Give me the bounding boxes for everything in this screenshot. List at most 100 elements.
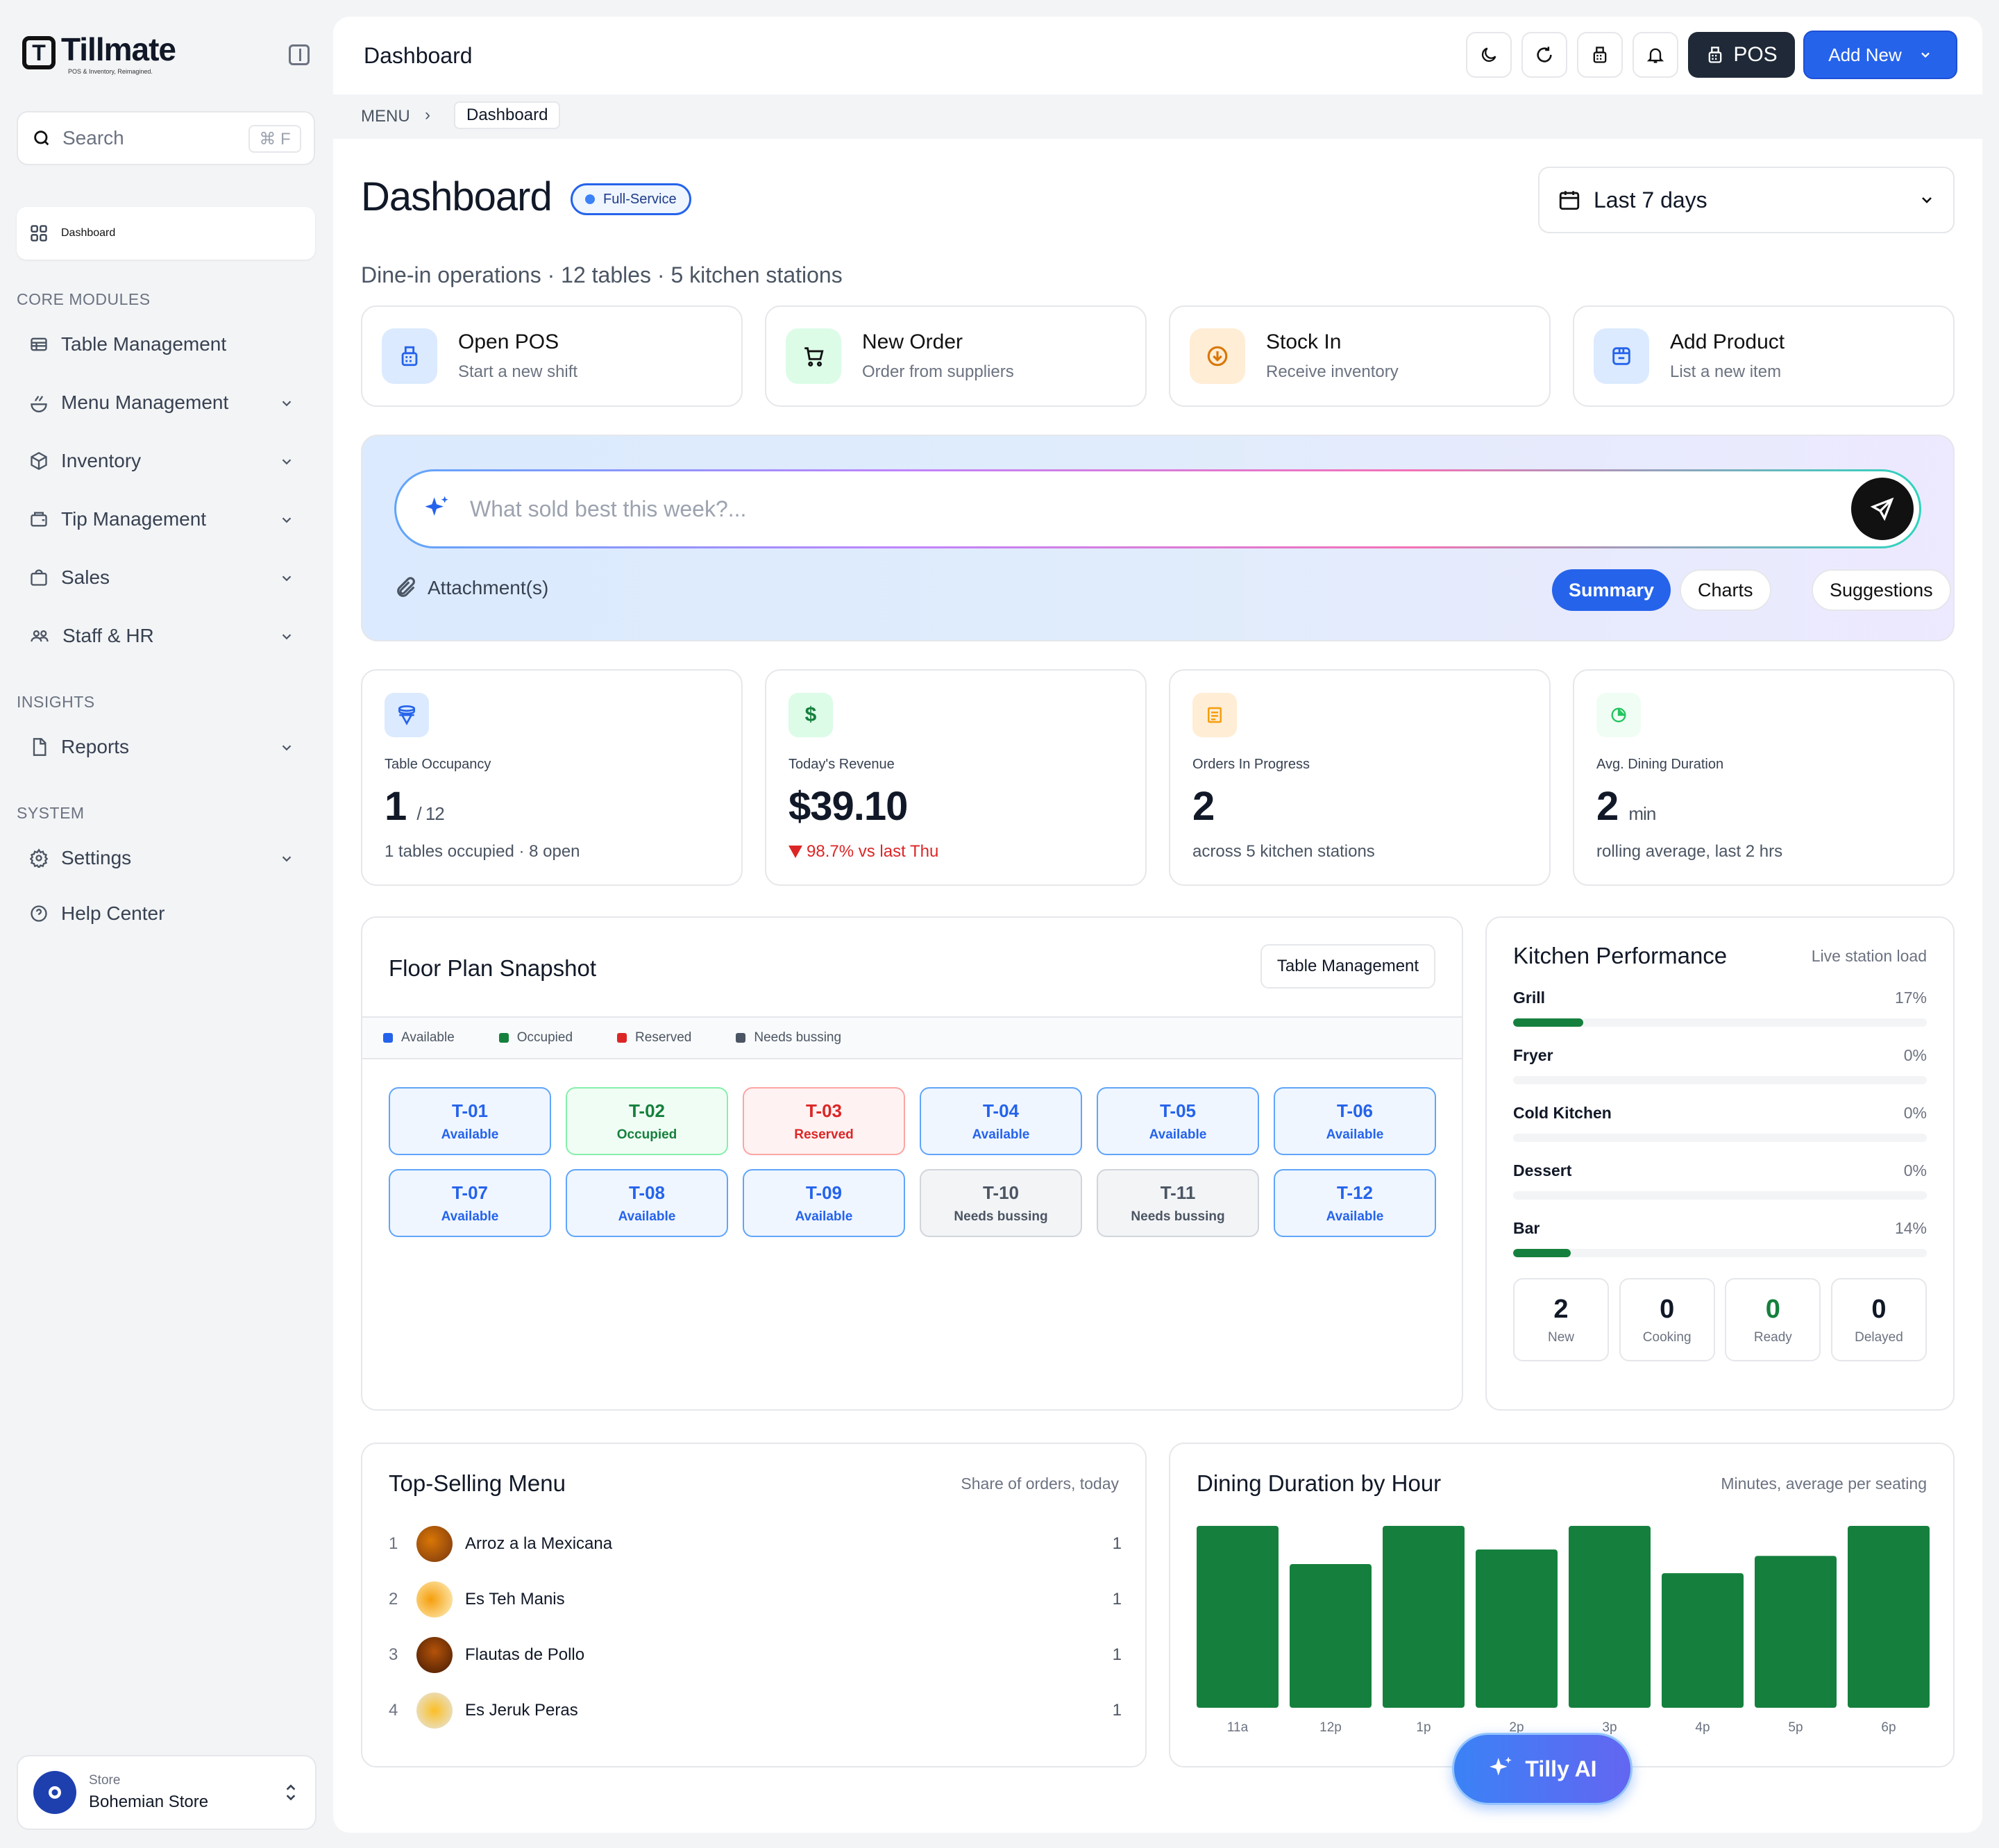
pill-suggestions[interactable]: Suggestions [1812,569,1951,611]
chart-bar[interactable] [1755,1556,1837,1708]
table-status: Reserved [794,1127,854,1142]
box-icon [31,451,47,471]
list-item[interactable]: 2 Es Teh Manis 1 [389,1579,1122,1620]
quick-action-add-product[interactable]: Add Product List a new item [1573,305,1955,407]
table-tile[interactable]: T-03 Reserved [743,1087,905,1155]
collapse-sidebar-icon[interactable] [289,44,310,65]
legend-swatch [383,1033,393,1043]
stat-trend: 98.7% vs last Thu [788,842,1123,862]
sidebar-item-settings[interactable]: Settings [17,832,315,884]
count-value: 0 [1871,1294,1887,1324]
station-load-fill [1513,1018,1584,1027]
station-name: Fryer [1513,1046,1553,1064]
date-range-value: Last 7 days [1594,187,1707,212]
brand-tagline: POS & Inventory, Reimagined. [68,68,153,75]
tilly-ai-button[interactable]: Tilly AI [1452,1733,1633,1805]
quick-action-open-pos[interactable]: Open POS Start a new shift [361,305,743,407]
report-icon [33,738,47,756]
floor-plan-card: Floor Plan Snapshot Table Management Ava… [361,916,1463,1411]
register-button[interactable] [1577,32,1623,78]
search-input[interactable]: Search ⌘ F [17,111,315,165]
table-tile[interactable]: T-09 Available [743,1169,905,1237]
quick-action-stock-in[interactable]: Stock In Receive inventory [1169,305,1551,407]
sidebar-item-help-center[interactable]: Help Center [17,887,315,940]
section-label: CORE MODULES [17,290,151,308]
search-placeholder: Search [62,127,124,149]
station-name: Cold Kitchen [1513,1104,1612,1122]
quick-action-new-order[interactable]: New Order Order from suppliers [765,305,1147,407]
sidebar-item-reports[interactable]: Reports [17,721,315,773]
mode-badge: Full-Service [571,183,691,215]
add-new-button[interactable]: Add New [1803,31,1957,79]
badge-label: Full-Service [603,191,677,207]
chart-bar[interactable] [1290,1564,1372,1708]
table-tile[interactable]: T-02 Occupied [566,1087,728,1155]
legend-label: Needs bussing [754,1030,842,1045]
store-logo-icon [49,1786,61,1799]
chart-bar[interactable] [1383,1526,1465,1708]
count-value: 0 [1660,1294,1675,1324]
refresh-icon [1537,47,1552,62]
send-button[interactable] [1851,478,1914,540]
pos-button[interactable]: POS [1688,32,1795,78]
chart-bar[interactable] [1476,1549,1558,1708]
count-cooking: 0 Cooking [1619,1278,1715,1361]
sidebar-item-dashboard[interactable]: Dashboard [17,207,315,260]
main-panel: Dashboard POS Add New MENU › Dashboard D… [333,17,1982,1833]
badge-dot [585,194,595,204]
chart-bar[interactable] [1197,1526,1279,1708]
pill-charts[interactable]: Charts [1680,569,1771,611]
pie-icon [1596,693,1641,737]
send-icon [1870,497,1894,521]
table-tile[interactable]: T-05 Available [1097,1087,1259,1155]
chart-bar[interactable] [1662,1573,1744,1708]
table-tile[interactable]: T-07 Available [389,1169,551,1237]
register-icon [382,328,437,384]
list-item[interactable]: 4 Es Jeruk Peras 1 [389,1690,1122,1731]
legend-label: Reserved [635,1030,692,1045]
table-status: Available [618,1209,676,1224]
food-thumbnail [416,1637,453,1673]
sidebar-item-staff-hr[interactable]: Staff & HR [17,610,315,662]
table-tile[interactable]: T-01 Available [389,1087,551,1155]
chevron-down-icon [282,634,292,640]
table-tile[interactable]: T-08 Available [566,1169,728,1237]
item-name: Es Jeruk Peras [465,1701,578,1720]
chart-bar[interactable] [1569,1526,1651,1708]
list-item[interactable]: 1 Arroz a la Mexicana 1 [389,1523,1122,1565]
page-subtitle: Dine-in operations · 12 tables · 5 kitch… [361,262,843,287]
sidebar-item-table-management[interactable]: Table Management [17,318,315,371]
sidebar-item-sales[interactable]: Sales [17,551,315,604]
pill-summary[interactable]: Summary [1552,569,1671,611]
users-icon [31,630,49,642]
table-management-button[interactable]: Table Management [1260,944,1435,989]
sidebar: T Tillmate POS & Inventory, Reimagined. … [0,0,333,1848]
table-tile[interactable]: T-10 Needs bussing [920,1169,1082,1237]
dining-duration-chart: 11a 12p 1p 2p 3p 4p 5p 6p [1197,1526,1930,1734]
chart-bar[interactable] [1848,1526,1930,1708]
table-tile[interactable]: T-11 Needs bussing [1097,1169,1259,1237]
notifications-button[interactable] [1633,32,1678,78]
date-range-select[interactable]: Last 7 days [1538,167,1955,233]
x-tick-label: 6p [1881,1720,1896,1734]
table-status: Available [441,1209,499,1224]
list-item[interactable]: 3 Flautas de Pollo 1 [389,1634,1122,1676]
food-thumbnail [416,1692,453,1729]
sidebar-item-inventory[interactable]: Inventory [17,435,315,487]
table-tile[interactable]: T-04 Available [920,1087,1082,1155]
station-load: 14% [1894,1219,1927,1237]
sidebar-item-label: Staff & HR [62,625,154,646]
breadcrumb-root[interactable]: MENU [361,107,410,126]
item-count: 1 [1112,1701,1122,1720]
store-switcher[interactable]: Store Bohemian Store [17,1755,317,1830]
attachment-button[interactable]: Attachment(s) [394,576,548,600]
table-tile[interactable]: T-12 Available [1274,1169,1436,1237]
refresh-button[interactable] [1521,32,1567,78]
sidebar-item-tip-management[interactable]: Tip Management [17,493,315,546]
gear-icon [29,848,49,868]
table-tile[interactable]: T-06 Available [1274,1087,1436,1155]
sidebar-item-menu-management[interactable]: Menu Management [17,376,315,429]
ai-prompt-input[interactable]: What sold best this week?... [394,469,1921,548]
stat-label: Today's Revenue [788,757,895,772]
theme-toggle-button[interactable] [1466,32,1512,78]
